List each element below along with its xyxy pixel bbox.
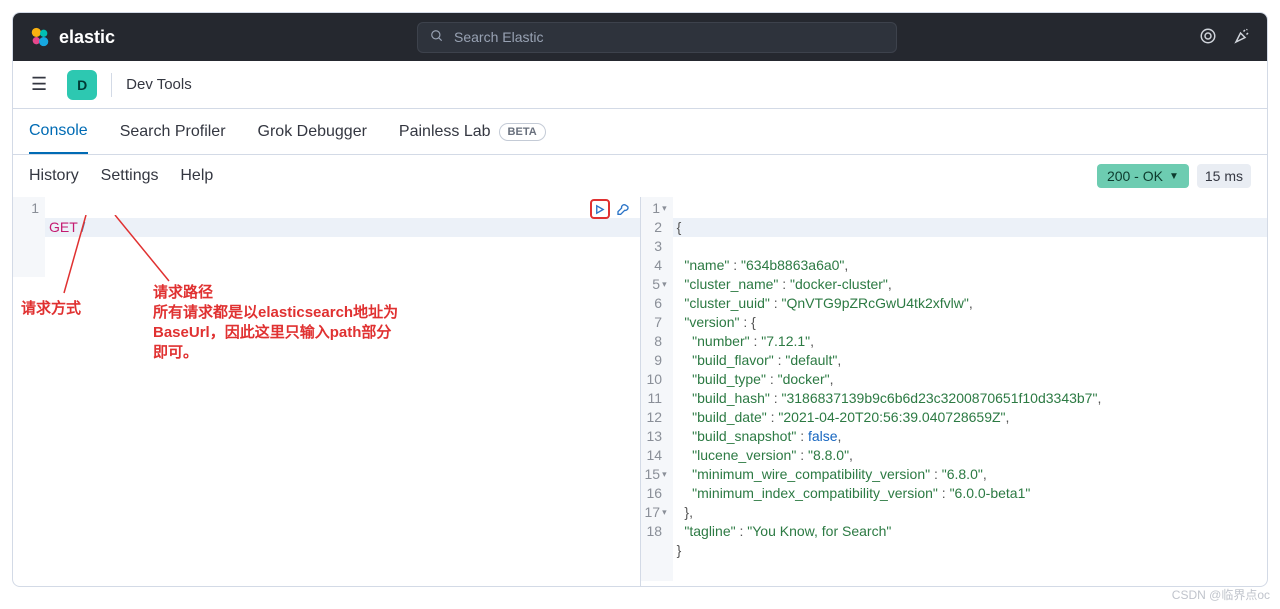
space-selector[interactable]: D (67, 70, 97, 100)
response-viewer[interactable]: || 1▾2 3 4 5▾6 7 8 9 10 11 12 13 14 15▾1… (641, 197, 1268, 586)
request-gutter: 1 (13, 197, 45, 277)
search-input[interactable] (454, 29, 884, 45)
annotation-path: 请求路径 所有请求都是以elasticsearch地址为 BaseUrl，因此这… (153, 283, 398, 363)
search-icon (430, 29, 444, 46)
help-link[interactable]: Help (180, 167, 213, 184)
beta-badge: BETA (499, 123, 546, 141)
settings-link[interactable]: Settings (101, 167, 159, 184)
page-title: Dev Tools (126, 76, 192, 93)
tab-console[interactable]: Console (29, 109, 88, 154)
space-initial: D (77, 77, 87, 93)
newsfeed-icon[interactable] (1199, 27, 1217, 48)
watermark: CSDN @临界点oc (1172, 586, 1270, 603)
brand-text: elastic (59, 27, 115, 48)
response-status-badge[interactable]: 200 - OK▼ (1097, 164, 1189, 188)
send-request-button[interactable] (590, 199, 610, 219)
global-search[interactable] (417, 22, 897, 53)
annotation-method: 请求方式 (21, 297, 81, 318)
celebration-icon[interactable] (1233, 27, 1251, 48)
brand[interactable]: elastic (29, 26, 115, 48)
response-gutter: 1▾2 3 4 5▾6 7 8 9 10 11 12 13 14 15▾16 1… (641, 197, 673, 581)
tab-painless-lab[interactable]: Painless LabBETA (399, 109, 546, 154)
tab-search-profiler[interactable]: Search Profiler (120, 109, 226, 154)
request-method: GET (49, 219, 78, 235)
request-editor[interactable]: 1 GET / 发起请求 请求方式 请求路径 所有请求都是以elasticsea… (13, 197, 641, 586)
history-link[interactable]: History (29, 167, 79, 184)
dev-tools-tabs: Console Search Profiler Grok Debugger Pa… (13, 109, 1267, 155)
request-path: / (81, 219, 85, 235)
request-options-icon[interactable] (616, 201, 632, 220)
breadcrumb-bar: ☰ D Dev Tools (13, 61, 1267, 109)
response-time-badge: 15 ms (1197, 164, 1251, 188)
divider (111, 73, 112, 97)
menu-toggle-icon[interactable]: ☰ (25, 70, 53, 99)
global-header: elastic (13, 13, 1267, 61)
tab-grok-debugger[interactable]: Grok Debugger (258, 109, 367, 154)
elastic-logo-icon (29, 26, 51, 48)
console-toolbar: History Settings Help 200 - OK▼ 15 ms (13, 155, 1267, 197)
response-body: { "name" : "634b8863a6a0", "cluster_name… (673, 197, 1267, 581)
chevron-down-icon: ▼ (1169, 171, 1179, 182)
